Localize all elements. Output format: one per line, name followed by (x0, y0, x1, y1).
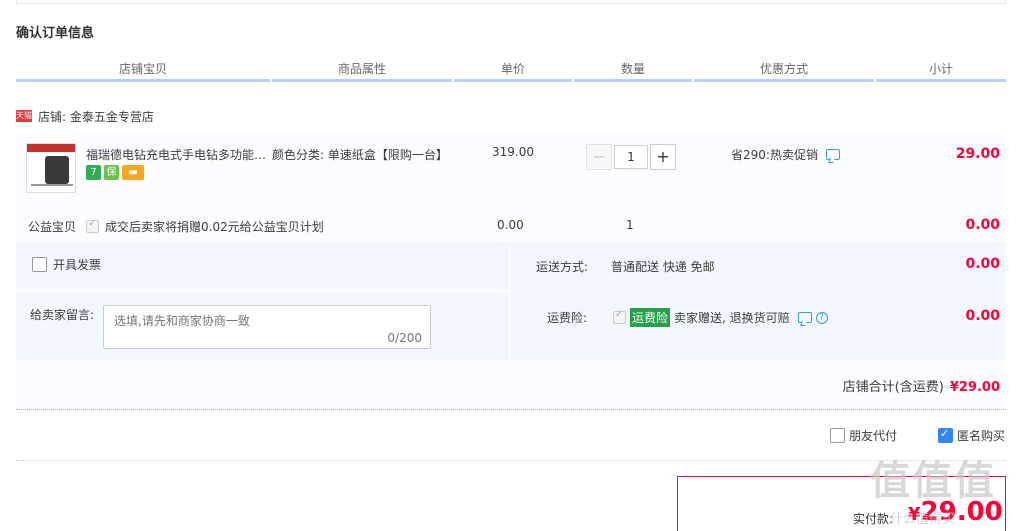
message-label: 给卖家留言: (30, 308, 95, 322)
decrease-button[interactable]: − (586, 144, 612, 170)
message-counter: 0/200 (387, 331, 422, 345)
insurance-option: 运费险 卖家赠送, 退换货可赔 ? (613, 308, 828, 327)
shop-total-label: 店铺合计(含运费) (842, 380, 944, 395)
anonymous-option[interactable]: 匿名购买 (938, 427, 1005, 444)
message-box: 0/200 (103, 305, 431, 349)
col-unit-price: 单价 (454, 60, 572, 82)
shipping-method: 普通配送 快递 免邮 (611, 260, 715, 274)
shipping-label: 运送方式: (536, 260, 589, 274)
chat-icon[interactable] (797, 312, 812, 323)
anonymous-label[interactable]: 匿名购买 (957, 427, 1005, 444)
shop-name[interactable]: 店铺: 金泰五金专营店 (38, 108, 154, 125)
col-shop-item: 店铺宝贝 (16, 60, 270, 82)
watermark-text: 什么值得买 (890, 512, 956, 527)
pay-label: 实付款: (853, 512, 894, 526)
credit-card-icon[interactable]: ▬ (122, 165, 144, 180)
purchase-options: 朋友代付 匿名购买 (16, 427, 1006, 447)
insurance-price: 0.00 (965, 308, 1000, 324)
quantity-input[interactable] (614, 145, 648, 169)
table-header: 店铺宝贝 商品属性 单价 数量 优惠方式 小计 (16, 60, 1006, 82)
promotion: 省290:热卖促销 (731, 146, 840, 163)
unit-price: 319.00 (492, 145, 534, 159)
invoice-label[interactable]: 开具发票 (53, 256, 101, 273)
friend-pay-checkbox[interactable] (830, 428, 845, 443)
col-discount: 优惠方式 (694, 60, 874, 82)
item-title[interactable]: 福瑞德电钻充电式手电钻多功能家用电动螺丝刀 (86, 146, 271, 163)
item-attribute: 颜色分类: 单速纸盒【限购一台】 (272, 148, 448, 162)
charity-row: 公益宝贝 成交后卖家将捐赠0.02元给公益宝贝计划 0.00 1 0.00 (16, 214, 1006, 236)
insurance-text: 卖家赠送, 退换货可赔 (674, 311, 790, 325)
anonymous-checkbox[interactable] (938, 427, 953, 443)
shop-total-amount: ¥29.00 (949, 380, 1000, 395)
shop-total: 店铺合计(含运费) ¥29.00 (843, 376, 1000, 395)
chat-icon[interactable] (825, 149, 840, 160)
item-subtotal: 29.00 (955, 146, 1000, 162)
seven-day-return-icon[interactable]: 7 (86, 165, 101, 180)
invoice-checkbox[interactable] (32, 257, 47, 272)
quantity-stepper: − + (586, 144, 676, 170)
product-thumbnail[interactable] (26, 143, 76, 193)
invoice-option[interactable]: 开具发票 (32, 256, 101, 273)
col-subtotal: 小计 (876, 60, 1006, 82)
service-icons: 7 保 ▬ (86, 165, 144, 180)
friend-pay-label[interactable]: 朋友代付 (849, 427, 897, 444)
insurance-checkbox (613, 309, 626, 324)
left-panel: 开具发票 给卖家留言: 0/200 (16, 242, 510, 360)
help-icon[interactable]: ? (815, 311, 828, 324)
col-attributes: 商品属性 (272, 60, 452, 82)
col-quantity: 数量 (574, 60, 692, 82)
message-input[interactable] (104, 306, 430, 348)
charity-checkbox (86, 218, 99, 233)
divider (16, 290, 510, 292)
charity-text: 成交后卖家将捐赠0.02元给公益宝贝计划 (105, 220, 324, 234)
shipping-price: 0.00 (965, 256, 1000, 272)
friend-pay-option[interactable]: 朋友代付 (830, 427, 897, 444)
watermark-logo: 值值值 (870, 458, 996, 504)
charity-label: 公益宝贝 (28, 220, 77, 234)
item-row: 福瑞德电钻充电式手电钻多功能家用电动螺丝刀 7 保 ▬ 颜色分类: 单速纸盒【限… (16, 134, 1006, 204)
shop-line: 天猫 店铺: 金泰五金专营店 (16, 107, 154, 125)
charity-price: 0.00 (497, 218, 524, 232)
top-border (16, 0, 1006, 4)
charity-qty: 1 (626, 218, 634, 232)
insurance-label: 运费险: (547, 311, 588, 325)
tmall-icon: 天猫 (16, 110, 32, 122)
order-box: 福瑞德电钻充电式手电钻多功能家用电动螺丝刀 7 保 ▬ 颜色分类: 单速纸盒【限… (16, 134, 1006, 410)
promotion-text: 省290:热卖促销 (731, 148, 818, 162)
guarantee-icon[interactable]: 保 (104, 165, 119, 180)
charity-subtotal: 0.00 (965, 217, 1000, 233)
section-title: 确认订单信息 (16, 26, 95, 41)
charity-option: 成交后卖家将捐赠0.02元给公益宝贝计划 (86, 218, 324, 235)
increase-button[interactable]: + (650, 144, 676, 170)
divider (16, 460, 1006, 461)
order-extras: 开具发票 给卖家留言: 0/200 运送方式: 普通配送 快递 免邮 0.00 … (16, 242, 1006, 360)
insurance-tag: 运费险 (630, 308, 671, 327)
